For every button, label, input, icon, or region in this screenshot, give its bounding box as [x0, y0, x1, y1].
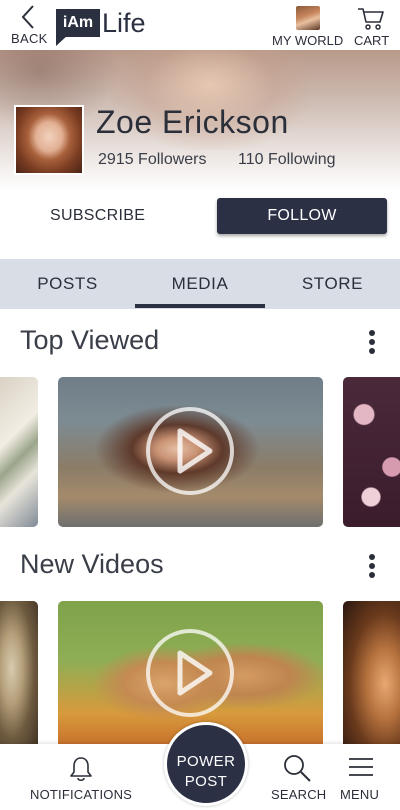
bell-icon: [70, 757, 92, 782]
search-button[interactable]: SEARCH: [266, 744, 330, 810]
active-tab-indicator: [135, 304, 265, 308]
app-logo: iAm Life: [56, 6, 152, 46]
chevron-left-icon: [21, 5, 34, 29]
cart-icon: [358, 8, 384, 30]
notifications-label: NOTIFICATIONS: [30, 787, 133, 802]
hamburger-icon: [349, 758, 373, 776]
play-icon[interactable]: [146, 629, 234, 717]
video-thumbnail[interactable]: [58, 377, 323, 527]
search-icon: [284, 755, 311, 782]
power-post-line1: POWER: [176, 753, 236, 770]
search-label: SEARCH: [271, 787, 327, 802]
follow-button[interactable]: FOLLOW: [217, 198, 387, 234]
back-button[interactable]: BACK: [8, 2, 52, 46]
video-thumbnail[interactable]: [0, 601, 38, 751]
tab-posts[interactable]: POSTS: [0, 259, 135, 309]
top-viewed-more-icon[interactable]: [360, 328, 384, 360]
video-thumbnail[interactable]: [0, 377, 38, 527]
my-world-label: MY WORLD: [272, 33, 344, 48]
profile-name: Zoe Erickson: [96, 104, 289, 140]
logo-word: Life: [102, 8, 146, 38]
logo-badge-tail: [56, 35, 68, 46]
play-icon[interactable]: [146, 407, 234, 495]
power-post-button[interactable]: POWER POST: [164, 722, 248, 806]
notifications-button[interactable]: NOTIFICATIONS: [20, 744, 140, 810]
menu-button[interactable]: MENU: [336, 744, 392, 810]
logo-badge: iAm: [56, 9, 100, 37]
my-world-button[interactable]: MY WORLD: [270, 4, 346, 48]
profile-tabs: POSTS MEDIA STORE: [0, 259, 400, 309]
followers-count[interactable]: 2915 Followers: [98, 151, 207, 169]
profile-avatar: [14, 105, 84, 175]
new-videos-more-icon[interactable]: [360, 552, 384, 584]
video-thumbnail[interactable]: [343, 601, 400, 751]
menu-label: MENU: [340, 787, 380, 802]
tab-media[interactable]: MEDIA: [135, 259, 265, 309]
cart-button[interactable]: CART: [350, 4, 394, 48]
top-bar: BACK iAm Life MY WORLD CART: [0, 0, 400, 50]
section-title-top-viewed: Top Viewed: [20, 325, 160, 355]
subscribe-button[interactable]: SUBSCRIBE: [20, 198, 176, 234]
power-post-line2: POST: [184, 773, 228, 790]
tab-store[interactable]: STORE: [265, 259, 400, 309]
following-count[interactable]: 110 Following: [238, 151, 336, 169]
cart-label: CART: [354, 33, 390, 48]
my-world-avatar: [296, 6, 320, 30]
section-title-new-videos: New Videos: [20, 549, 164, 579]
back-label: BACK: [11, 31, 48, 46]
video-thumbnail[interactable]: [343, 377, 400, 527]
